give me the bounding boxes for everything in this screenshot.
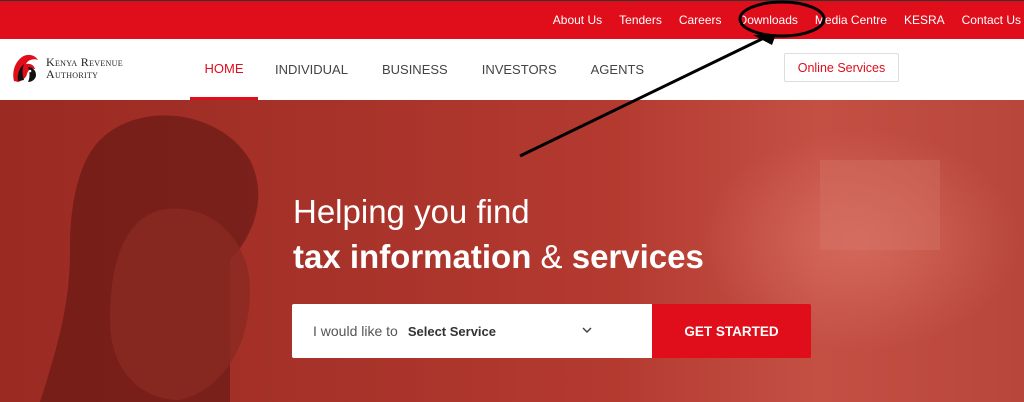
logo-text: Kenya Revenue Authority bbox=[46, 56, 123, 80]
nav-agents[interactable]: AGENTS bbox=[574, 39, 661, 100]
online-services-button[interactable]: Online Services bbox=[784, 53, 899, 82]
link-downloads[interactable]: Downloads bbox=[739, 13, 798, 27]
main-navbar: Kenya Revenue Authority HOME INDIVIDUAL … bbox=[0, 39, 1024, 100]
nav-home[interactable]: HOME bbox=[190, 39, 258, 100]
logo-line-2: Authority bbox=[46, 67, 99, 81]
hero-title-line-2: tax information & services bbox=[293, 238, 704, 276]
service-select-dropdown[interactable]: Select Service bbox=[408, 324, 496, 339]
primary-nav: HOME INDIVIDUAL BUSINESS INVESTORS AGENT… bbox=[190, 39, 661, 100]
top-utility-bar: About Us Tenders Careers Downloads Media… bbox=[0, 0, 1024, 39]
nav-investors[interactable]: INVESTORS bbox=[465, 39, 574, 100]
nav-business[interactable]: BUSINESS bbox=[365, 39, 465, 100]
kra-logo[interactable]: Kenya Revenue Authority bbox=[8, 51, 123, 85]
hero-title-emphasis-1: tax information bbox=[293, 238, 532, 275]
hero-banner: Helping you find tax information & servi… bbox=[0, 100, 1024, 402]
get-started-button[interactable]: GET STARTED bbox=[652, 304, 811, 358]
link-contact-us[interactable]: Contact Us bbox=[962, 13, 1021, 27]
link-careers[interactable]: Careers bbox=[679, 13, 722, 27]
hero-title-ampersand: & bbox=[540, 238, 563, 275]
link-tenders[interactable]: Tenders bbox=[619, 13, 662, 27]
service-selector[interactable]: I would like to Select Service bbox=[292, 304, 652, 358]
hero-title-line-1: Helping you find bbox=[293, 193, 530, 230]
link-kesra[interactable]: KESRA bbox=[904, 13, 945, 27]
lion-head-icon bbox=[13, 54, 38, 82]
service-selector-prefix: I would like to bbox=[313, 323, 398, 339]
chevron-down-icon[interactable] bbox=[582, 325, 592, 335]
link-media-centre[interactable]: Media Centre bbox=[815, 13, 887, 27]
link-about-us[interactable]: About Us bbox=[553, 13, 602, 27]
nav-individual[interactable]: INDIVIDUAL bbox=[258, 39, 365, 100]
hero-title-emphasis-2: services bbox=[571, 238, 704, 275]
